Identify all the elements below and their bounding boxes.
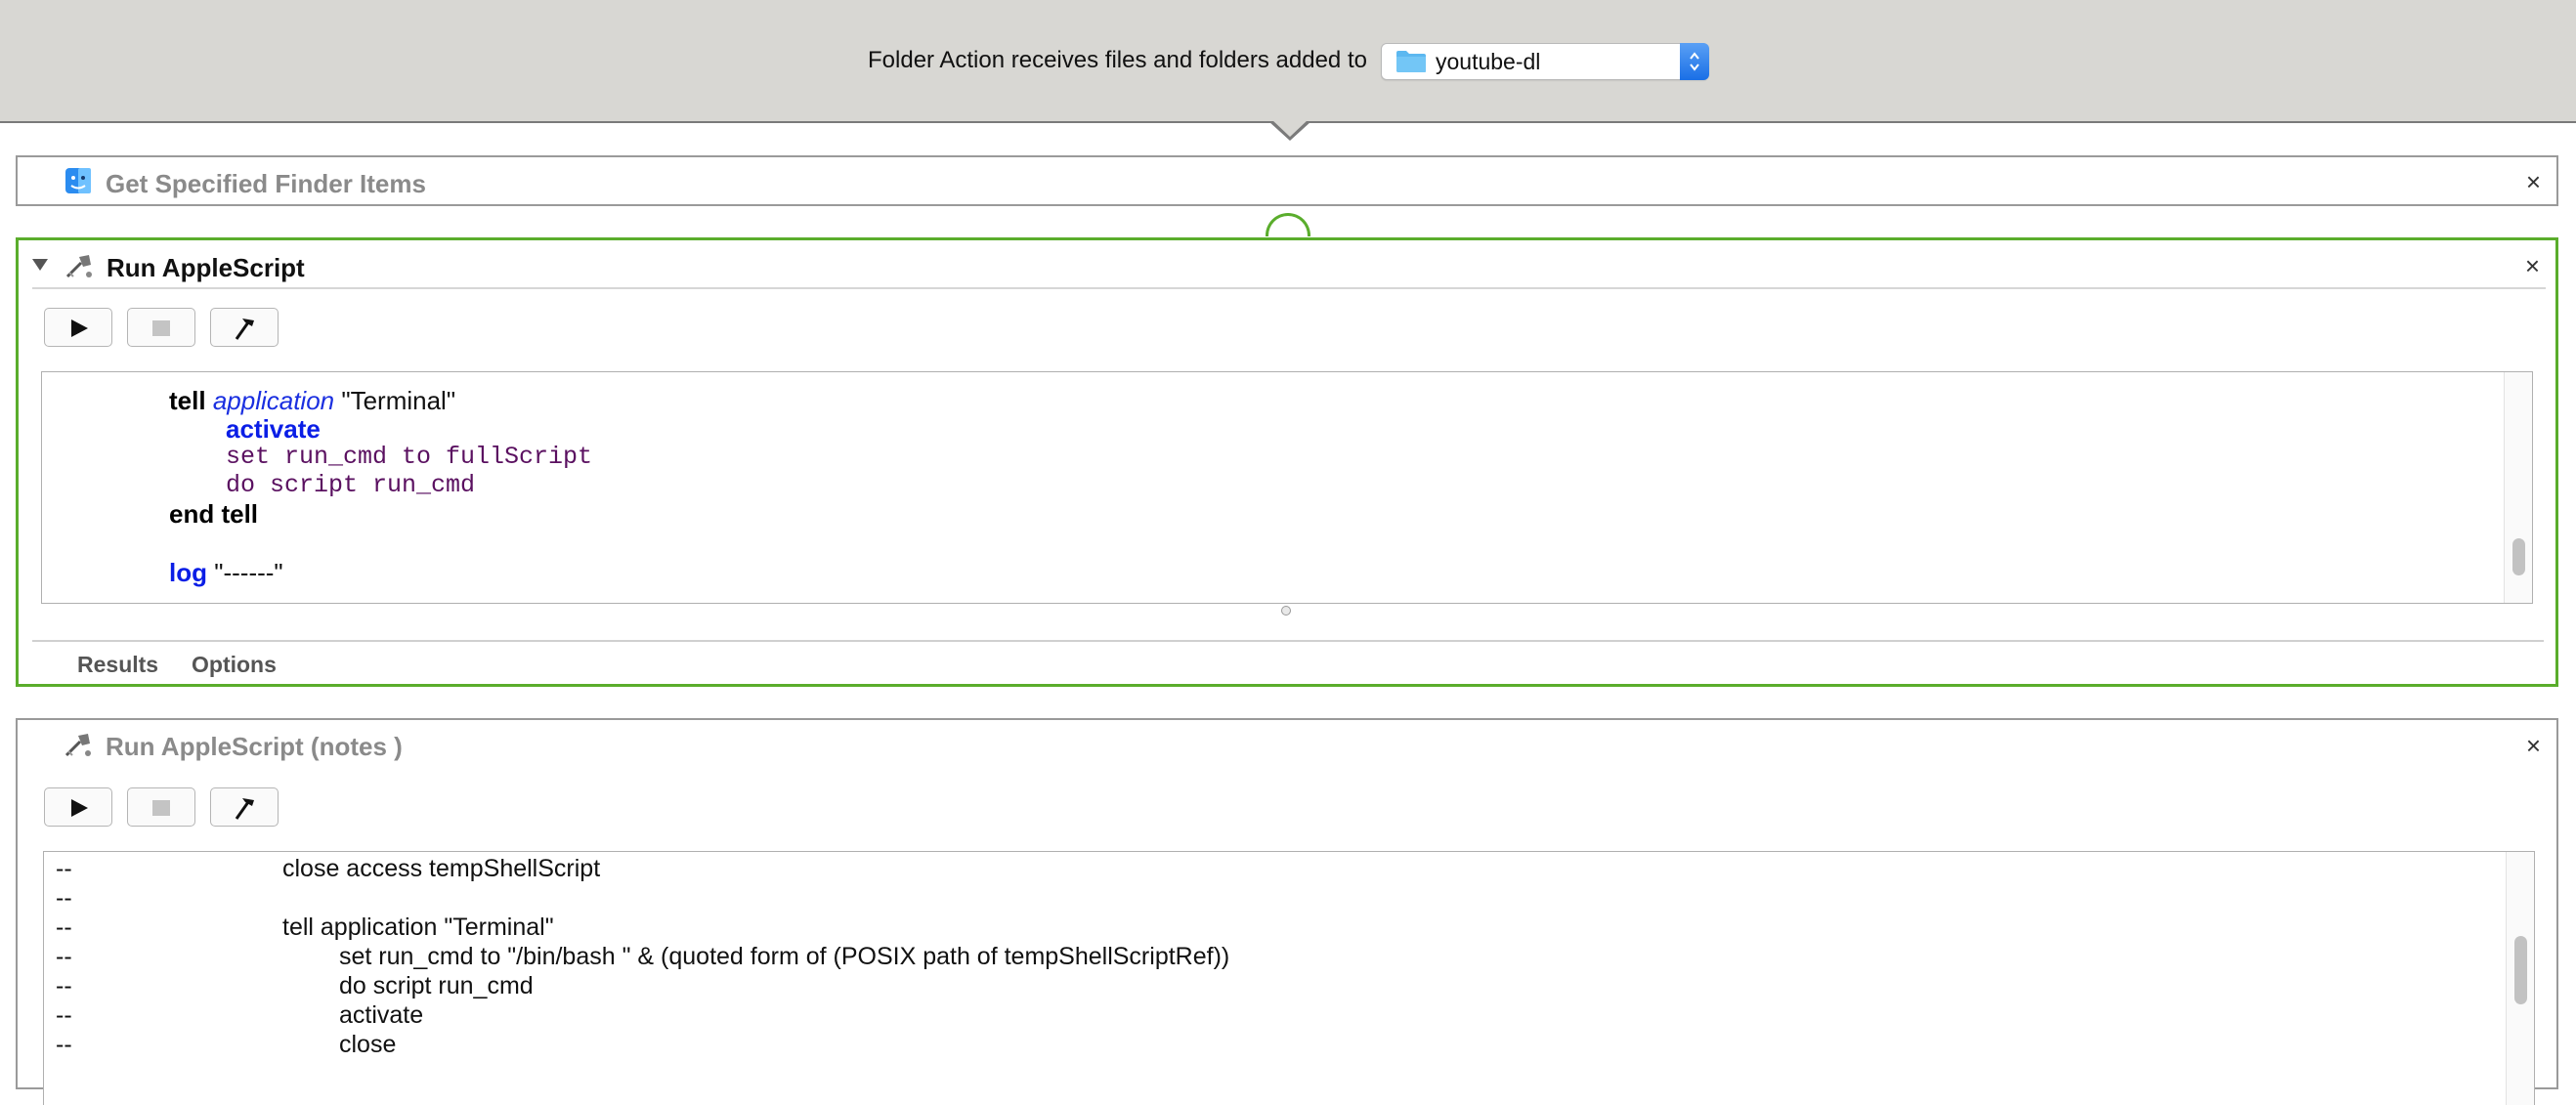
close-icon[interactable]: × xyxy=(2526,169,2541,194)
applescript-icon xyxy=(64,734,91,757)
folder-popup-value: youtube-dl xyxy=(1436,49,1541,74)
finder-icon xyxy=(65,168,91,193)
applescript-editor[interactable]: tell application "Terminal" activate set… xyxy=(41,371,2533,604)
action-title: Run AppleScript (notes ) xyxy=(106,732,403,761)
code-line: set run_cmd to fullScript xyxy=(226,443,593,471)
action-run-applescript-notes[interactable]: Run AppleScript (notes ) × -- close acce… xyxy=(16,718,2558,1105)
hammer-icon xyxy=(235,319,254,340)
folder-icon xyxy=(1396,51,1426,72)
applescript-icon xyxy=(65,255,92,278)
code-line: activate xyxy=(226,414,321,444)
editor-scrollbar[interactable] xyxy=(2504,372,2532,603)
run-button[interactable] xyxy=(44,308,112,347)
stop-button[interactable] xyxy=(127,308,195,347)
resize-handle[interactable] xyxy=(1281,606,1291,616)
popup-arrows-icon[interactable] xyxy=(1680,43,1709,80)
disclosure-triangle-icon[interactable] xyxy=(30,256,50,274)
scroll-thumb[interactable] xyxy=(2514,936,2527,1004)
editor-scrollbar[interactable] xyxy=(2506,852,2534,1105)
code-line: end tell xyxy=(169,499,259,529)
hammer-icon xyxy=(235,798,254,820)
action-title: Run AppleScript xyxy=(107,253,305,282)
notes-editor[interactable]: -- close access tempShellScript -- -- te… xyxy=(43,851,2535,1105)
tab-options[interactable]: Options xyxy=(192,652,277,678)
folder-action-label: Folder Action receives files and folders… xyxy=(868,47,1367,73)
action-run-applescript[interactable]: Run AppleScript × tell application "Term… xyxy=(16,237,2558,687)
code-line: do script run_cmd xyxy=(226,471,476,499)
folder-popup[interactable]: youtube-dl xyxy=(1381,43,1709,80)
action-title: Get Specified Finder Items xyxy=(106,169,426,198)
compile-button[interactable] xyxy=(210,787,279,827)
tab-results[interactable]: Results xyxy=(77,652,158,678)
stop-button[interactable] xyxy=(127,787,195,827)
scroll-thumb[interactable] xyxy=(2512,538,2525,575)
workflow-header: Folder Action receives files and folders… xyxy=(0,0,2576,123)
code-line: log "------" xyxy=(169,558,283,587)
compile-button[interactable] xyxy=(210,308,279,347)
run-button[interactable] xyxy=(44,787,112,827)
code-line: tell application "Terminal" xyxy=(169,386,456,415)
action-get-specified-finder-items[interactable]: Get Specified Finder Items × xyxy=(16,155,2558,206)
action-connector xyxy=(1266,213,1310,236)
close-icon[interactable]: × xyxy=(2526,733,2541,758)
close-icon[interactable]: × xyxy=(2525,253,2540,278)
